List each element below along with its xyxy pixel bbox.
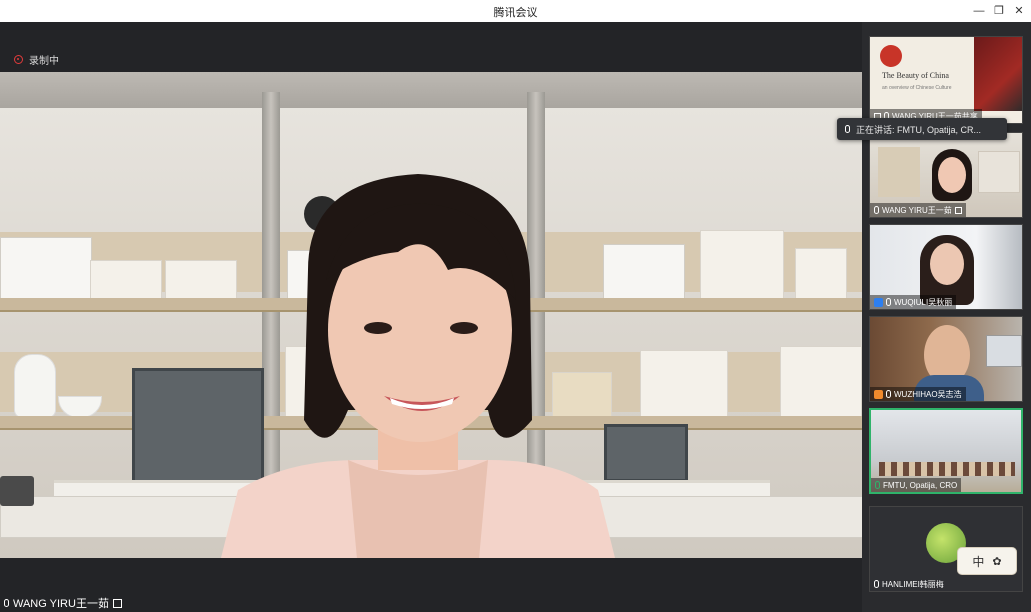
slide-decoration	[974, 37, 1022, 111]
ime-mascot-icon: ✿	[992, 555, 1002, 568]
camera-icon	[0, 476, 34, 506]
recording-label: 录制中	[29, 56, 59, 67]
slide-title: The Beauty of China	[882, 71, 949, 80]
tile-label: FMTU, Opatija, CRO	[871, 478, 962, 492]
restore-button[interactable]: ❐	[990, 3, 1008, 19]
mic-icon	[4, 599, 9, 607]
mic-icon	[886, 298, 891, 306]
tile-label: WUZHIHAO吴志浩	[870, 387, 966, 401]
slide-logo	[880, 45, 902, 67]
participant-tile-wuzhihao[interactable]: WUZHIHAO吴志浩	[869, 316, 1023, 402]
vase	[14, 354, 56, 418]
main-speaker-nameplate: WANG YIRU王一茹	[0, 594, 122, 612]
participant-tile-wuqiuli[interactable]: WUQIULI吴秋丽	[869, 224, 1023, 310]
tile-label: WANG YIRU王一茹	[870, 203, 966, 217]
slide-subtitle: an overview of Chinese Culture	[882, 85, 952, 91]
speaking-indicator: 正在讲话: FMTU, Opatija, CR...	[837, 118, 1007, 140]
main-speaker-name: WANG YIRU王一茹	[13, 598, 109, 610]
participants-sidebar[interactable]: The Beauty of China an overview of Chine…	[862, 22, 1031, 612]
mic-icon	[874, 206, 879, 214]
title-bar: 腾讯会议 — ❐ ✕	[0, 0, 1031, 23]
ceiling-beam	[0, 72, 862, 108]
minimize-button[interactable]: —	[970, 3, 988, 19]
user-icon	[874, 389, 883, 399]
window-title: 腾讯会议	[493, 7, 538, 19]
share-screen-icon	[112, 598, 122, 608]
close-button[interactable]: ✕	[1010, 3, 1028, 19]
ime-indicator[interactable]: 中 ✿	[957, 547, 1017, 575]
speaker-person	[221, 174, 615, 558]
mic-icon	[886, 390, 891, 398]
share-screen-icon	[954, 206, 962, 214]
mic-icon	[845, 125, 850, 133]
main-video[interactable]: 录制中 WANG YIRU王一茹	[0, 22, 862, 612]
bowl	[58, 396, 102, 418]
participant-tile-wang-yiru[interactable]: WANG YIRU王一茹	[869, 132, 1023, 218]
record-icon	[14, 55, 23, 64]
participant-tile-share[interactable]: The Beauty of China an overview of Chine…	[869, 36, 1023, 124]
speaker-video	[0, 72, 862, 558]
mic-icon	[874, 580, 879, 588]
tile-label: WUQIULI吴秋丽	[870, 295, 957, 309]
recording-indicator: 录制中	[14, 52, 59, 67]
tile-label: HANLIMEI韩丽梅	[870, 577, 948, 591]
mic-active-icon	[875, 481, 880, 489]
participant-tile-fmtu[interactable]: FMTU, Opatija, CRO	[869, 408, 1023, 494]
user-icon	[874, 297, 883, 307]
